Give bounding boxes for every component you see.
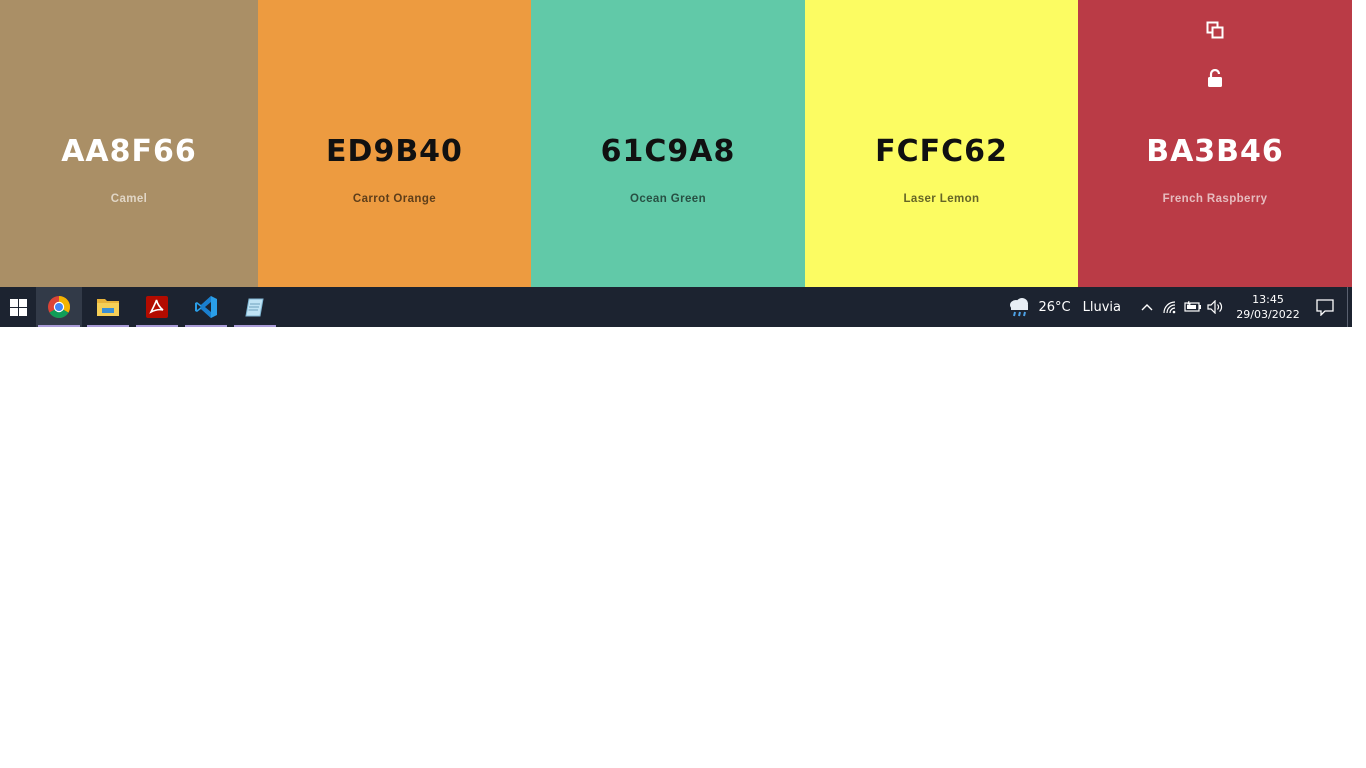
speaker-icon <box>1207 300 1223 314</box>
color-palette: AA8F66 Camel ED9B40 Carrot Orange 61C9A8… <box>0 0 1352 287</box>
clock-date: 29/03/2022 <box>1236 308 1300 321</box>
system-tray: 26°C Lluvia 13:45 29/03/2022 <box>1003 287 1353 327</box>
swatch-tools <box>1078 20 1352 88</box>
swatch-color-name: Ocean Green <box>630 193 706 205</box>
clock[interactable]: 13:45 29/03/2022 <box>1233 292 1303 322</box>
swatch-hex-code[interactable]: AA8F66 <box>0 134 258 169</box>
unlock-icon[interactable] <box>1205 68 1225 88</box>
battery-icon <box>1184 301 1201 312</box>
vscode-icon <box>195 296 217 318</box>
color-swatch-camel[interactable]: AA8F66 Camel <box>0 0 258 287</box>
taskbar-app-chrome[interactable] <box>36 287 82 327</box>
network-button[interactable] <box>1159 287 1181 327</box>
start-button[interactable] <box>0 287 36 327</box>
swatch-color-name: Carrot Orange <box>352 193 437 205</box>
weather-temperature: 26°C <box>1038 299 1071 315</box>
show-desktop-button[interactable] <box>1347 287 1352 327</box>
show-hidden-icons-button[interactable] <box>1136 287 1158 327</box>
swatch-color-name: French Raspberry <box>1162 193 1268 205</box>
taskbar-app-acrobat-reader[interactable] <box>134 287 180 327</box>
taskbar-app-file-explorer[interactable] <box>85 287 131 327</box>
window-edge <box>1352 0 1366 768</box>
taskbar-app-vscode[interactable] <box>183 287 229 327</box>
windows-logo-icon <box>9 298 27 316</box>
color-swatch-laser-lemon[interactable]: FCFC62 Laser Lemon <box>805 0 1078 287</box>
action-center-button[interactable] <box>1303 287 1347 327</box>
swatch-color-name: Laser Lemon <box>903 193 980 205</box>
clock-time: 13:45 <box>1252 293 1284 306</box>
swatch-hex-code[interactable]: FCFC62 <box>805 134 1078 169</box>
battery-button[interactable] <box>1182 287 1204 327</box>
notepad-icon <box>245 298 264 317</box>
weather-condition: Lluvia <box>1082 299 1121 315</box>
chevron-up-icon <box>1141 304 1153 311</box>
acrobat-reader-icon <box>146 296 168 318</box>
swatch-color-name: Camel <box>110 193 148 205</box>
weather-widget[interactable]: 26°C Lluvia <box>1003 296 1136 318</box>
color-swatch-carrot-orange[interactable]: ED9B40 Carrot Orange <box>258 0 531 287</box>
color-swatch-french-raspberry[interactable]: BA3B46 French Raspberry <box>1078 0 1352 287</box>
rain-cloud-icon <box>1009 298 1028 317</box>
swatch-hex-code[interactable]: ED9B40 <box>258 134 531 169</box>
wifi-icon <box>1163 301 1176 314</box>
notification-icon <box>1316 298 1334 316</box>
color-swatch-ocean-green[interactable]: 61C9A8 Ocean Green <box>531 0 805 287</box>
swatch-hex-code[interactable]: BA3B46 <box>1078 134 1352 169</box>
chrome-icon <box>48 296 70 318</box>
taskbar-app-notepad[interactable] <box>232 287 278 327</box>
file-explorer-icon <box>97 299 119 316</box>
swatch-hex-code[interactable]: 61C9A8 <box>531 134 805 169</box>
copy-icon[interactable] <box>1205 20 1225 40</box>
volume-button[interactable] <box>1205 287 1227 327</box>
taskbar: 26°C Lluvia 13:45 29/03/2022 <box>0 287 1352 327</box>
